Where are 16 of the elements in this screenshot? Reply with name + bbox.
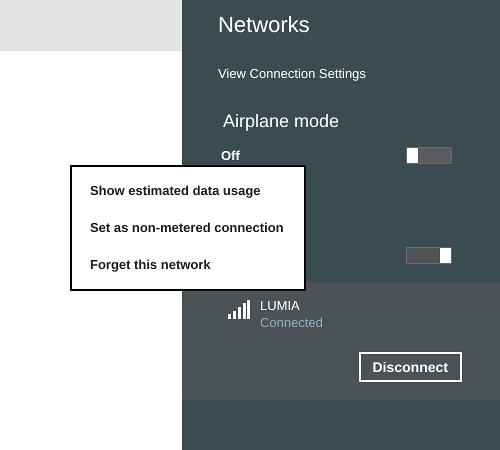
section-heading: Airplane mode — [222, 110, 340, 132]
network-name: LUMIA — [260, 298, 301, 314]
network-status: Connected — [260, 314, 323, 332]
network-item[interactable]: LUMIA Connected Disconnect — [182, 282, 500, 400]
airplane-mode-toggle[interactable] — [406, 146, 452, 164]
toggle-state-label: Off — [220, 148, 240, 162]
connection-settings-link[interactable]: View Connection Settings — [218, 66, 452, 82]
signal-icon — [228, 300, 250, 319]
disconnect-button[interactable]: Disconnect — [358, 352, 462, 382]
panel-title: Networks — [218, 12, 311, 38]
wifi-toggle[interactable] — [406, 246, 452, 264]
menu-item[interactable]: Forget this network — [72, 246, 304, 283]
menu-item[interactable]: Set as non-metered connection — [72, 209, 304, 246]
menu-item[interactable]: Show estimated data usage — [72, 172, 304, 209]
toggle-thumb[interactable] — [407, 148, 418, 162]
toggle-thumb[interactable] — [440, 248, 451, 262]
